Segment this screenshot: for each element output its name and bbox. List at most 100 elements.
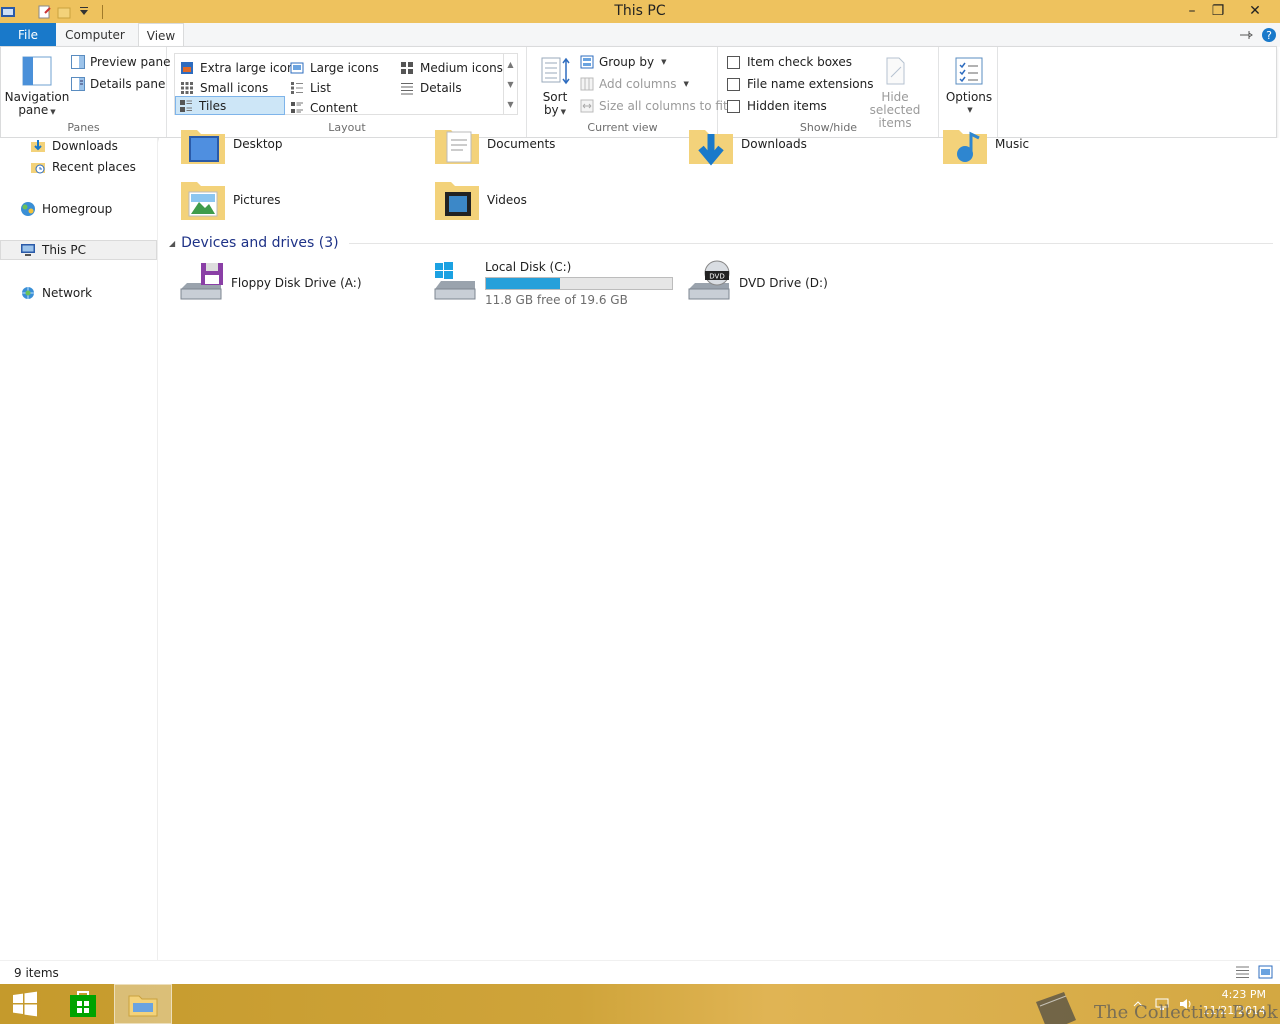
hide-selected-items-button[interactable]: Hide selected items <box>857 55 933 130</box>
homegroup-icon <box>21 202 35 216</box>
dvd-label: DVD Drive (D:) <box>739 276 828 290</box>
drive-tile-floppy[interactable]: Floppy Disk Drive (A:) <box>177 258 362 308</box>
collapse-triangle-icon[interactable]: ◢ <box>169 239 175 248</box>
group-divider <box>348 242 1273 244</box>
folder-label: Documents <box>487 137 556 151</box>
hide-selected-icon <box>886 57 905 85</box>
preview-pane-button[interactable]: Preview pane <box>71 52 170 72</box>
item-check-boxes-label: Item check boxes <box>747 55 853 69</box>
chevron-down-icon: ▼ <box>967 106 973 114</box>
details-pane-button[interactable]: Details pane <box>71 74 165 94</box>
taskbar-file-explorer-button[interactable] <box>114 984 172 1024</box>
local-disk-details: Local Disk (C:) 11.8 GB free of 19.6 GB <box>485 260 673 307</box>
add-columns-label: Add columns <box>599 77 677 91</box>
large-icons-icon <box>290 62 304 73</box>
details-pane-label: Details pane <box>90 77 166 91</box>
nav-item-downloads[interactable]: Downloads <box>0 136 157 156</box>
tab-view[interactable]: View <box>138 23 184 48</box>
add-columns-button[interactable]: Add columns ▼ <box>580 74 689 94</box>
tab-file[interactable]: File <box>0 23 56 47</box>
nav-homegroup-label: Homegroup <box>42 202 113 216</box>
folder-tile-music[interactable]: Music <box>941 119 1029 169</box>
hidden-items-option[interactable]: Hidden items <box>727 96 827 116</box>
folder-tile-documents[interactable]: Documents <box>433 119 555 169</box>
folder-tile-pictures[interactable]: Pictures <box>179 175 281 225</box>
hard-disk-icon <box>434 262 476 300</box>
close-button[interactable]: ✕ <box>1240 0 1270 22</box>
nav-this-pc-label: This PC <box>42 243 86 257</box>
nav-item-this-pc[interactable]: This PC <box>0 240 157 260</box>
layout-tiles-label: Tiles <box>199 98 227 113</box>
chevron-up-icon[interactable]: ▲ <box>507 60 513 69</box>
layout-content[interactable]: Content <box>287 98 358 117</box>
options-label: Options <box>945 90 993 104</box>
layout-gallery-scroller[interactable]: ▲ ▼ ▼ <box>503 54 517 114</box>
chevron-down-icon: ▼ <box>560 108 567 116</box>
size-all-columns-button[interactable]: Size all columns to fit <box>580 96 728 116</box>
file-explorer-icon <box>128 995 158 1017</box>
panes-group: Navigation pane ▼ Preview pane Details pa… <box>1 47 170 137</box>
local-disk-usage-fill <box>486 277 561 289</box>
layout-large-icons[interactable]: Large icons <box>287 58 379 77</box>
file-name-extensions-checkbox[interactable] <box>727 77 740 91</box>
folder-tile-desktop[interactable]: Desktop <box>179 119 283 169</box>
item-check-boxes-option[interactable]: Item check boxes <box>727 52 852 72</box>
layout-list[interactable]: List <box>287 78 331 97</box>
layout-details-label: Details <box>420 80 462 95</box>
details-pane-icon <box>71 77 85 91</box>
layout-medium-label: Medium icons <box>420 60 503 75</box>
desktop-folder-icon <box>181 130 225 164</box>
nav-recent-places-label: Recent places <box>52 160 136 174</box>
pin-ribbon-icon[interactable] <box>1238 27 1254 43</box>
medium-icons-icon <box>401 61 413 74</box>
folder-label: Pictures <box>233 193 281 207</box>
help-icon[interactable]: ? <box>1261 27 1277 43</box>
extra-large-icons-icon <box>181 61 193 74</box>
drive-tile-local-disk[interactable]: Local Disk (C:) 11.8 GB free of 19.6 GB <box>431 258 673 308</box>
add-columns-icon <box>580 77 594 91</box>
tab-computer[interactable]: Computer <box>60 23 130 47</box>
group-by-icon <box>580 55 594 69</box>
small-icons-icon <box>181 81 193 94</box>
nav-item-recent-places[interactable]: Recent places <box>0 157 157 177</box>
folder-label: Desktop <box>233 137 283 151</box>
nav-item-network[interactable]: Network <box>0 283 157 303</box>
navigation-pane-button[interactable]: Navigation pane ▼ <box>5 55 69 119</box>
group-by-button[interactable]: Group by ▼ <box>580 52 666 72</box>
devices-group-header[interactable]: ◢ Devices and drives (3) <box>169 233 1273 253</box>
item-check-boxes-checkbox[interactable] <box>727 55 740 69</box>
store-icon <box>70 991 96 1017</box>
file-name-extensions-option[interactable]: File name extensions <box>727 74 874 94</box>
large-icons-view-toggle-icon[interactable] <box>1258 965 1273 979</box>
chevron-down-icon: ▼ <box>661 58 667 66</box>
layout-small-icons[interactable]: Small icons <box>177 78 268 97</box>
options-button[interactable]: Options ▼ <box>944 55 994 117</box>
chevron-down-icon: ▼ <box>50 108 56 116</box>
options-icon <box>955 57 983 85</box>
nav-item-homegroup[interactable]: Homegroup <box>0 199 157 219</box>
folder-tile-downloads[interactable]: Downloads <box>687 119 807 169</box>
size-columns-icon <box>580 99 594 113</box>
layout-tiles[interactable]: Tiles <box>175 96 285 115</box>
hidden-items-checkbox[interactable] <box>727 99 740 113</box>
expand-gallery-icon[interactable]: ▼ <box>507 100 513 109</box>
layout-extra-large-icons[interactable]: Extra large icons <box>177 58 301 77</box>
layout-medium-icons[interactable]: Medium icons <box>397 58 503 77</box>
downloads-folder-icon <box>689 130 733 166</box>
layout-details[interactable]: Details <box>397 78 462 97</box>
folder-label: Music <box>995 137 1030 151</box>
folder-tile-videos[interactable]: Videos <box>433 175 527 225</box>
preview-pane-label: Preview pane <box>90 55 171 69</box>
details-view-toggle-icon[interactable] <box>1235 965 1250 979</box>
layout-extra-large-label: Extra large icons <box>200 60 301 75</box>
taskbar-store-button[interactable] <box>54 984 112 1024</box>
minimize-button[interactable]: – <box>1178 0 1206 22</box>
details-icon <box>401 82 413 94</box>
chevron-down-icon[interactable]: ▼ <box>507 80 513 89</box>
book-watermark-icon <box>1036 992 1076 1024</box>
navigation-pane-label-2: pane <box>18 103 49 117</box>
drive-tile-dvd[interactable]: DVD DVD Drive (D:) <box>685 258 828 308</box>
start-button[interactable] <box>0 984 50 1024</box>
restore-button[interactable]: ❐ <box>1204 0 1232 22</box>
sort-by-button[interactable]: Sort by ▼ <box>536 55 574 119</box>
